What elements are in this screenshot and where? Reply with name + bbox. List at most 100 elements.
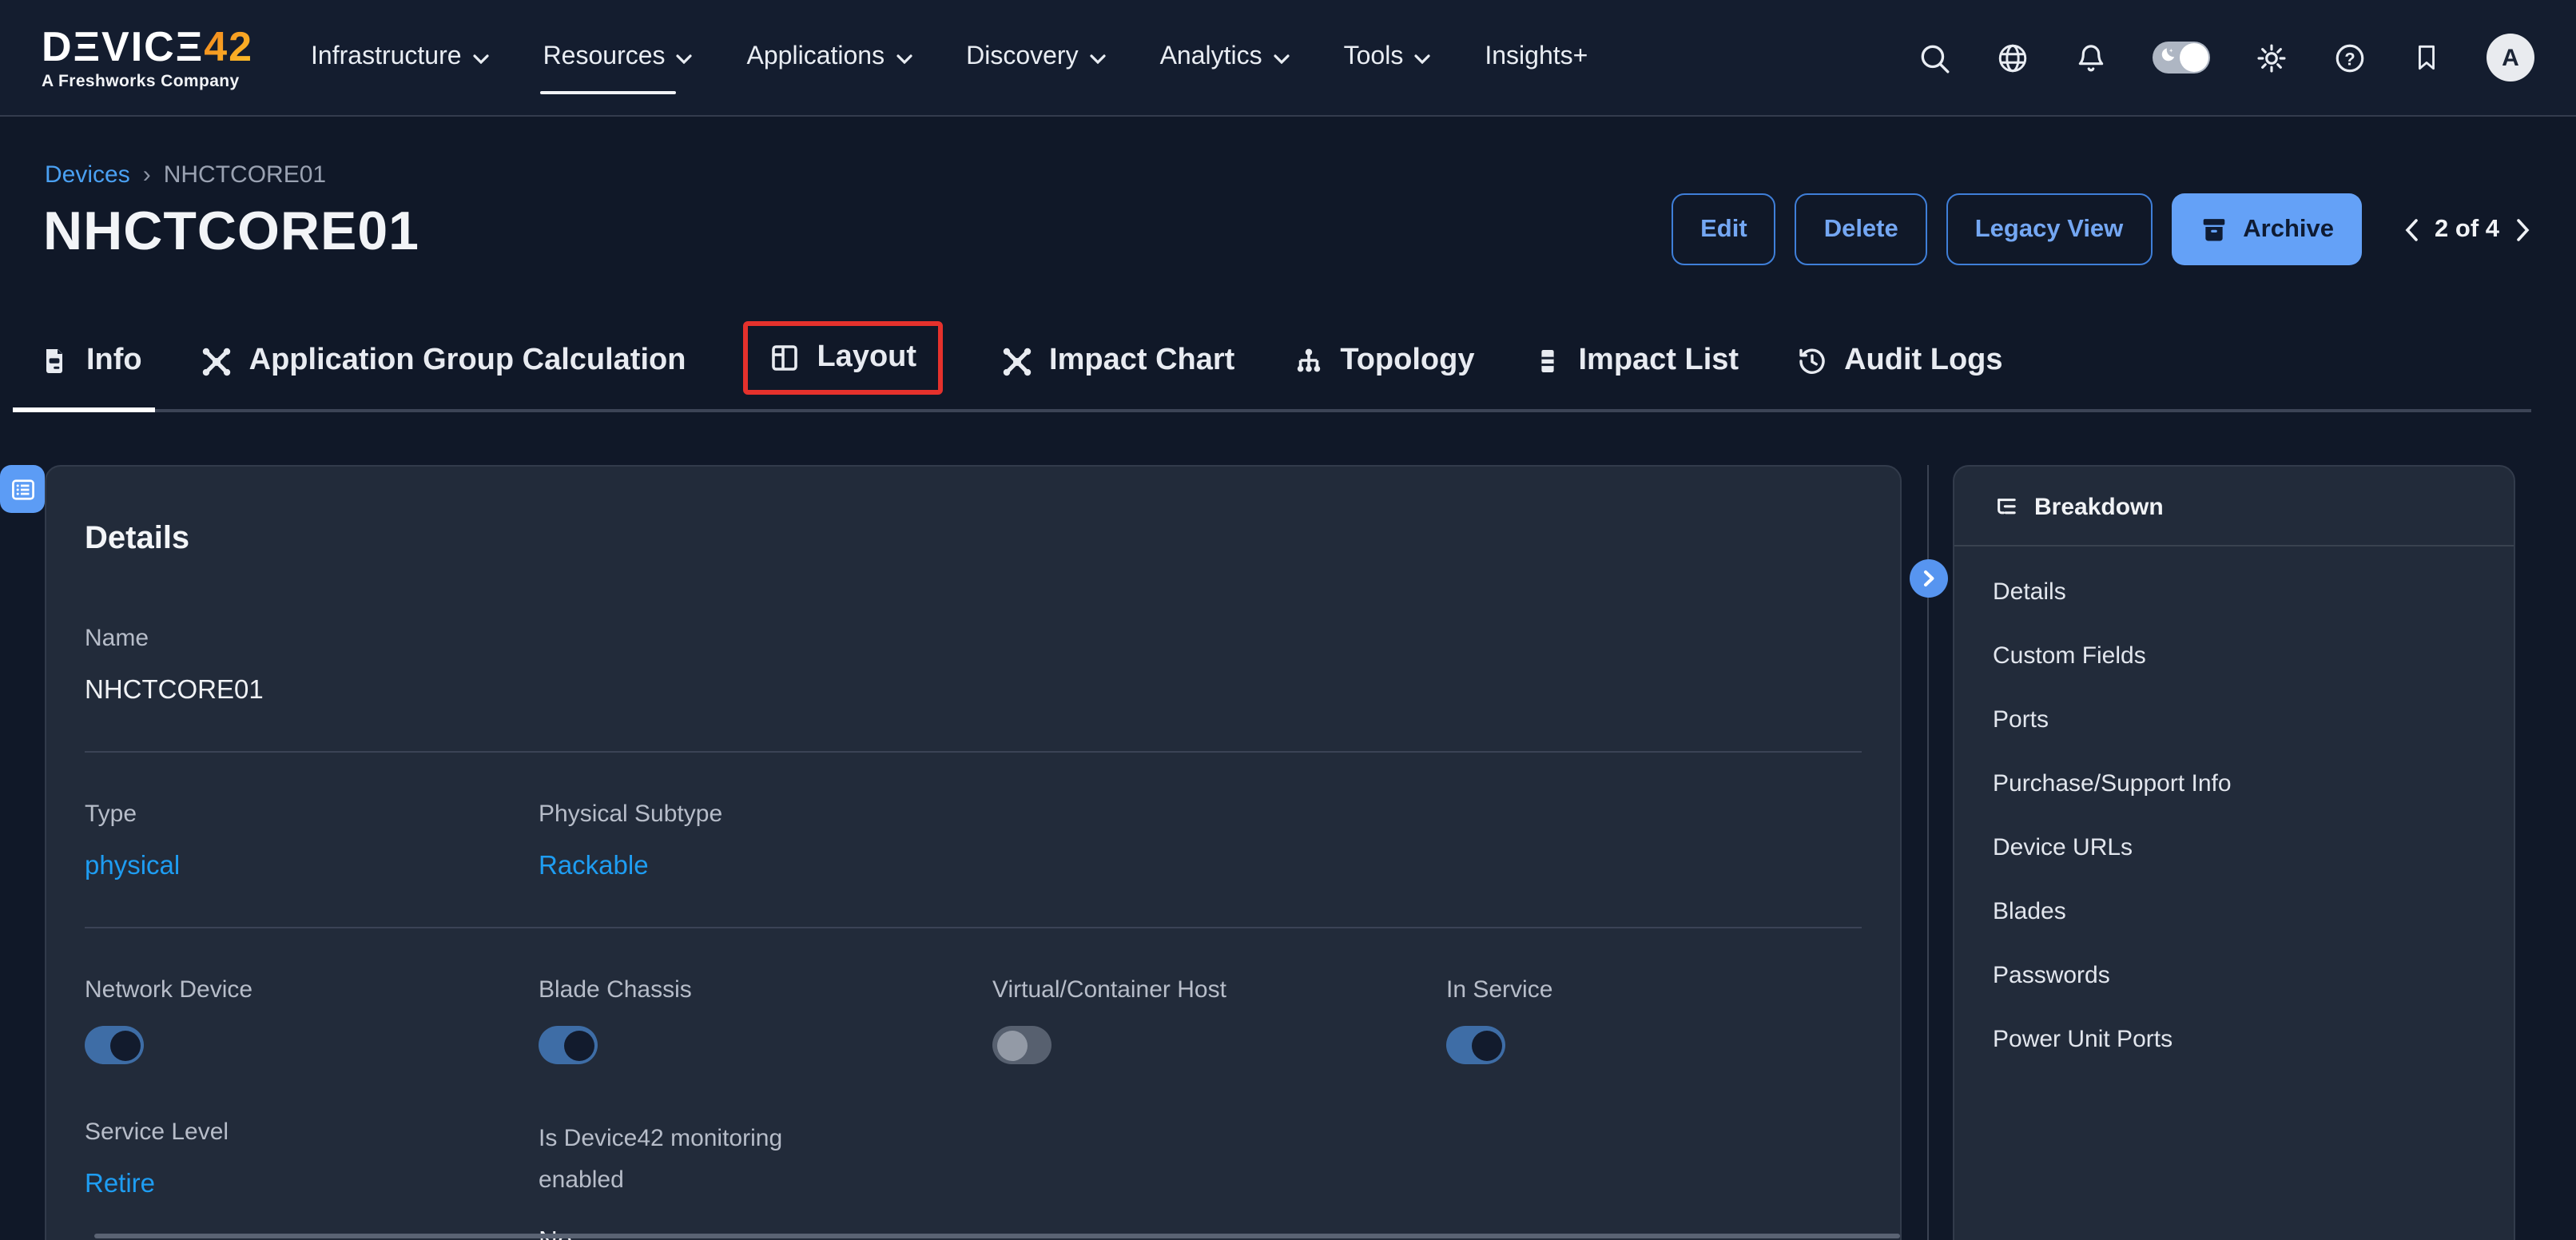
history-icon <box>1796 345 1828 377</box>
horizontal-scrollbar[interactable] <box>94 1234 1900 1238</box>
chevron-down-icon <box>1090 54 1106 64</box>
theme-toggle[interactable] <box>2153 42 2210 74</box>
pager-position: 2 of 4 <box>2435 215 2499 244</box>
tab-label: Audit Logs <box>1844 344 2002 379</box>
tab-audit-logs[interactable]: Audit Logs <box>1796 313 2002 409</box>
edit-button[interactable]: Edit <box>1672 193 1776 265</box>
nav-item-analytics[interactable]: Analytics <box>1160 0 1290 115</box>
toggle-knob <box>563 1030 594 1060</box>
bookmark-icon[interactable] <box>2411 42 2442 74</box>
globe-icon[interactable] <box>1996 41 2029 74</box>
service-level-value-link[interactable]: Retire <box>85 1170 539 1200</box>
blade-chassis-toggle[interactable] <box>539 1026 598 1064</box>
in-service-toggle[interactable] <box>1446 1026 1505 1064</box>
page-title: NHCTCORE01 <box>43 201 419 264</box>
list-bullets-icon <box>9 475 36 503</box>
chevron-down-icon <box>896 54 912 64</box>
chevron-down-icon <box>1414 54 1430 64</box>
virtual-container-host-toggle[interactable] <box>992 1026 1051 1064</box>
tab-topology[interactable]: Topology <box>1292 313 1474 409</box>
network-device-field: Network Device <box>85 976 539 1064</box>
tab-info[interactable]: Info <box>38 313 142 409</box>
tab-label: Layout <box>817 340 916 376</box>
type-field: Type physical <box>85 801 539 882</box>
logo-letter: VIC <box>101 22 176 70</box>
archive-button[interactable]: Archive <box>2171 193 2361 265</box>
notifications-bell-icon[interactable] <box>2074 41 2108 74</box>
layout-icon <box>769 342 801 374</box>
breakdown-panel: Breakdown Details Custom Fields Ports Pu… <box>1953 465 2515 1240</box>
nav-item-resources[interactable]: Resources <box>543 0 693 115</box>
divider <box>85 751 1862 753</box>
breakdown-item-purchase-support-info[interactable]: Purchase/Support Info <box>1993 772 2475 797</box>
breakdown-item-power-unit-ports[interactable]: Power Unit Ports <box>1993 1027 2475 1053</box>
device42-logo[interactable]: DΞVICΞ42 A Freshworks Company <box>42 26 253 90</box>
moon-icon <box>2157 46 2176 66</box>
legacy-view-button[interactable]: Legacy View <box>1946 193 2153 265</box>
nav-item-infrastructure[interactable]: Infrastructure <box>311 0 489 115</box>
record-pager: 2 of 4 <box>2403 215 2531 244</box>
toggle-knob <box>997 1030 1028 1060</box>
physical-subtype-value-link[interactable]: Rackable <box>539 852 992 882</box>
network-device-toggle[interactable] <box>85 1026 144 1064</box>
settings-gear-icon[interactable] <box>2255 41 2288 74</box>
breakdown-header: Breakdown <box>1954 467 2514 546</box>
user-avatar[interactable]: A <box>2487 34 2534 81</box>
nav-item-tools[interactable]: Tools <box>1344 0 1431 115</box>
nav-item-insights[interactable]: Insights+ <box>1485 0 1588 115</box>
breakdown-item-ports[interactable]: Ports <box>1993 708 2475 733</box>
physical-subtype-field: Physical Subtype Rackable <box>539 801 992 882</box>
chevron-down-icon <box>677 54 693 64</box>
logo-letter: Ξ <box>74 22 101 70</box>
divider <box>85 927 1862 928</box>
logo-letter: D <box>42 22 74 70</box>
nav-item-label: Insights+ <box>1485 43 1588 72</box>
service-level-label: Service Level <box>85 1119 539 1146</box>
type-value-link[interactable]: physical <box>85 852 539 882</box>
in-service-field: In Service <box>1446 976 1862 1064</box>
nav-item-label: Discovery <box>966 43 1078 72</box>
impact-icon <box>1000 344 1033 378</box>
in-service-label: In Service <box>1446 976 1862 1004</box>
breakdown-item-details[interactable]: Details <box>1993 580 2475 606</box>
virtual-container-host-label: Virtual/Container Host <box>992 976 1446 1004</box>
chevron-down-icon <box>1274 54 1290 64</box>
tab-impact-chart[interactable]: Impact Chart <box>1000 313 1234 409</box>
pager-prev-icon[interactable] <box>2403 217 2419 242</box>
archive-box-icon <box>2198 214 2228 244</box>
tab-impact-list[interactable]: Impact List <box>1532 313 1739 409</box>
logo-wordmark: DΞVICΞ42 <box>42 26 253 67</box>
delete-button[interactable]: Delete <box>1795 193 1927 265</box>
help-icon[interactable]: ? <box>2333 41 2367 74</box>
tab-label: Impact List <box>1578 344 1739 379</box>
svg-text:?: ? <box>2344 48 2355 68</box>
network-device-label: Network Device <box>85 976 539 1004</box>
name-label: Name <box>85 625 1862 652</box>
breadcrumb-devices-link[interactable]: Devices <box>45 161 130 189</box>
search-icon[interactable] <box>1918 41 1951 74</box>
toggle-knob <box>109 1030 140 1060</box>
toggles-row: Network Device Blade Chassis Virtual/Con… <box>85 976 1862 1064</box>
nav-item-label: Resources <box>543 43 666 72</box>
logo-letter: Ξ <box>176 22 204 70</box>
tab-application-group-calculation[interactable]: Application Group Calculation <box>200 313 686 409</box>
collapse-breakdown-button[interactable] <box>1910 559 1948 598</box>
nav-item-applications[interactable]: Applications <box>747 0 912 115</box>
breakdown-item-device-urls[interactable]: Device URLs <box>1993 836 2475 861</box>
section-list-button[interactable] <box>0 465 45 513</box>
navbar-utilities: ? A <box>1918 34 2534 81</box>
tab-label: Application Group Calculation <box>249 344 686 379</box>
service-level-field: Service Level Retire <box>85 1119 539 1200</box>
breakdown-item-blades[interactable]: Blades <box>1993 900 2475 925</box>
monitoring-field: Is Device42 monitoring enabled No <box>539 1119 992 1240</box>
breakdown-item-custom-fields[interactable]: Custom Fields <box>1993 644 2475 670</box>
details-heading: Details <box>85 521 1862 558</box>
pager-next-icon[interactable] <box>2515 217 2531 242</box>
device-tabs: Info Application Group Calculation Layou… <box>38 313 2531 412</box>
main-nav: Infrastructure Resources Applications Di… <box>311 0 1588 115</box>
chevron-right-icon <box>1919 569 1938 588</box>
nav-item-discovery[interactable]: Discovery <box>966 0 1105 115</box>
type-label: Type <box>85 801 539 828</box>
tab-layout[interactable]: Layout <box>743 321 942 395</box>
breakdown-item-passwords[interactable]: Passwords <box>1993 964 2475 989</box>
